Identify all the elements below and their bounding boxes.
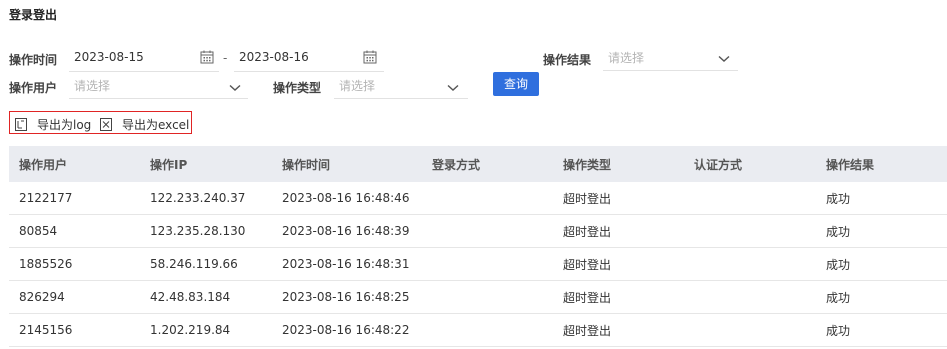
export-toolbar: 导出为log 导出为excel [9, 111, 192, 134]
export-log-label: 导出为log [37, 118, 92, 132]
cell-auth-method [684, 313, 816, 347]
cell-op-type: 超时登出 [553, 182, 684, 215]
op-result-label: 操作结果 [543, 53, 592, 67]
table-header-row: 操作用户 操作IP 操作时间 登录方式 操作类型 认证方式 操作结果 [9, 146, 947, 182]
op-result-placeholder: 请选择 [608, 51, 645, 65]
cell-user: 2122177 [9, 182, 140, 215]
col-header-ip[interactable]: 操作IP [140, 146, 272, 182]
excel-file-icon [100, 118, 117, 131]
col-header-op-type[interactable]: 操作类型 [553, 146, 684, 182]
cell-op-type: 超时登出 [553, 280, 684, 314]
op-user-placeholder: 请选择 [74, 79, 111, 93]
table-row[interactable]: 2122177 122.233.240.37 2023-08-16 16:48:… [9, 182, 947, 215]
cell-result: 成功 [816, 214, 947, 248]
cell-login-method [422, 313, 553, 347]
cell-auth-method [684, 247, 816, 281]
table-row[interactable]: 80854 123.235.28.130 2023-08-16 16:48:39… [9, 214, 947, 248]
cell-auth-method [684, 214, 816, 248]
cell-ip: 122.233.240.37 [140, 182, 272, 215]
cell-time: 2023-08-16 16:48:25 [272, 280, 422, 314]
chevron-down-icon [718, 52, 730, 66]
date-start-value: 2023-08-15 [74, 50, 144, 64]
cell-login-method [422, 247, 553, 281]
table-row[interactable]: 826294 42.48.83.184 2023-08-16 16:48:25 … [9, 280, 947, 314]
col-header-auth-method[interactable]: 认证方式 [684, 146, 816, 182]
cell-user: 1885526 [9, 247, 140, 281]
cell-result: 成功 [816, 182, 947, 215]
col-header-login-method[interactable]: 登录方式 [422, 146, 553, 182]
export-log-button[interactable]: 导出为log [15, 116, 91, 133]
op-user-label: 操作用户 [9, 81, 58, 95]
cell-user: 2145156 [9, 313, 140, 347]
chevron-down-icon [229, 81, 241, 95]
cell-op-type: 超时登出 [553, 214, 684, 248]
table-row[interactable]: 2145156 1.202.219.84 2023-08-16 16:48:22… [9, 313, 947, 347]
op-user-select[interactable]: 请选择 [69, 71, 248, 99]
cell-result: 成功 [816, 247, 947, 281]
date-end-field[interactable]: 2023-08-16 [234, 44, 384, 72]
col-header-time[interactable]: 操作时间 [272, 146, 422, 182]
cell-user: 826294 [9, 280, 140, 314]
cell-time: 2023-08-16 16:48:39 [272, 214, 422, 248]
date-separator: - [223, 51, 228, 65]
cell-auth-method [684, 280, 816, 314]
cell-op-type: 超时登出 [553, 313, 684, 347]
logs-table: 操作用户 操作IP 操作时间 登录方式 操作类型 认证方式 操作结果 21221… [9, 146, 947, 347]
op-type-label: 操作类型 [273, 81, 322, 95]
cell-ip: 1.202.219.84 [140, 313, 272, 347]
export-excel-label: 导出为excel [122, 118, 190, 132]
cell-result: 成功 [816, 280, 947, 314]
cell-login-method [422, 182, 553, 215]
export-excel-button[interactable]: 导出为excel [100, 116, 189, 133]
log-file-icon [15, 118, 32, 131]
cell-ip: 42.48.83.184 [140, 280, 272, 314]
op-type-select[interactable]: 请选择 [334, 71, 468, 99]
cell-login-method [422, 280, 553, 314]
cell-ip: 58.246.119.66 [140, 247, 272, 281]
cell-time: 2023-08-16 16:48:31 [272, 247, 422, 281]
op-time-label: 操作时间 [9, 53, 58, 67]
cell-time: 2023-08-16 16:48:22 [272, 313, 422, 347]
cell-auth-method [684, 182, 816, 215]
query-button[interactable]: 查询 [493, 72, 539, 96]
cell-ip: 123.235.28.130 [140, 214, 272, 248]
cell-user: 80854 [9, 214, 140, 248]
date-end-value: 2023-08-16 [239, 50, 309, 64]
cell-login-method [422, 214, 553, 248]
page-title: 登录登出 [9, 8, 58, 22]
cell-op-type: 超时登出 [553, 247, 684, 281]
op-result-select[interactable]: 请选择 [603, 43, 738, 71]
chevron-down-icon [447, 81, 459, 95]
col-header-result[interactable]: 操作结果 [816, 146, 947, 182]
calendar-icon[interactable] [200, 50, 214, 67]
calendar-icon[interactable] [363, 50, 377, 67]
op-type-placeholder: 请选择 [339, 79, 376, 93]
col-header-user[interactable]: 操作用户 [9, 146, 140, 182]
cell-time: 2023-08-16 16:48:46 [272, 182, 422, 215]
cell-result: 成功 [816, 313, 947, 347]
date-start-field[interactable]: 2023-08-15 [69, 44, 219, 72]
table-row[interactable]: 1885526 58.246.119.66 2023-08-16 16:48:3… [9, 247, 947, 281]
